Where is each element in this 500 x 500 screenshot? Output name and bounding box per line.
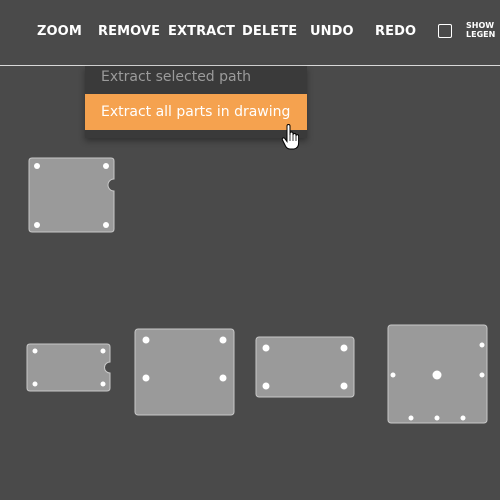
app-window: ZOOM REMOVE EXTRACT DELETE UNDO REDO SHO…: [0, 0, 500, 500]
part-1[interactable]: [28, 157, 115, 233]
delete-button[interactable]: DELETE: [242, 24, 297, 39]
extract-button[interactable]: EXTRACT: [168, 24, 235, 39]
zoom-button[interactable]: ZOOM: [37, 24, 82, 39]
show-legend-label-line2: LEGEN: [466, 30, 496, 39]
remove-button[interactable]: REMOVE: [98, 24, 160, 39]
hand-pointer-icon: [281, 124, 300, 150]
show-legend-label-line1: SHOW: [466, 21, 495, 30]
part-3[interactable]: [134, 328, 235, 416]
toolbar: ZOOM REMOVE EXTRACT DELETE UNDO REDO SHO…: [0, 0, 500, 66]
part-5[interactable]: [387, 324, 488, 424]
redo-button[interactable]: REDO: [375, 24, 416, 39]
undo-button[interactable]: UNDO: [310, 24, 354, 39]
show-legend-checkbox[interactable]: [438, 24, 452, 38]
menu-item-extract-all-parts[interactable]: Extract all parts in drawing: [85, 94, 307, 130]
part-4[interactable]: [255, 336, 355, 398]
show-legend-label: SHOW LEGEN: [466, 21, 495, 39]
menu-item-extract-selected-path[interactable]: Extract selected path: [85, 66, 307, 94]
part-2[interactable]: [26, 343, 111, 392]
extract-dropdown-menu: Extract selected path Extract all parts …: [85, 66, 307, 138]
